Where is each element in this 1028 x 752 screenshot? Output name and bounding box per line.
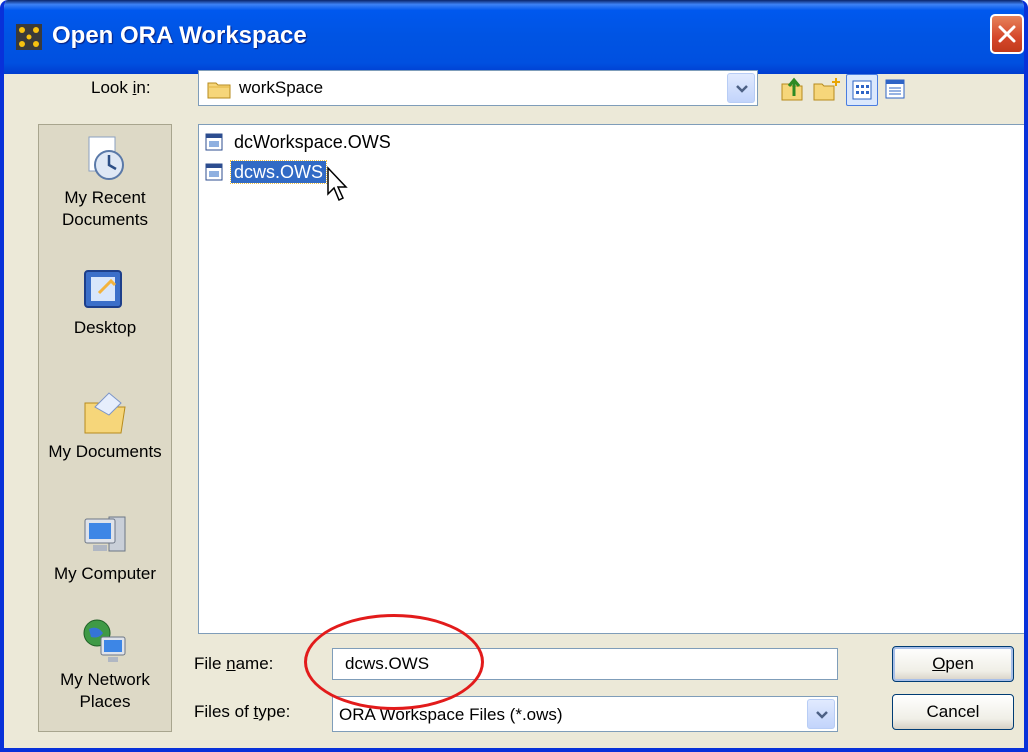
look-in-dropdown[interactable]: workSpace xyxy=(198,70,758,106)
my-computer-icon xyxy=(84,516,126,552)
place-desktop[interactable]: Desktop xyxy=(39,265,171,339)
file-name-input[interactable]: dcws.OWS xyxy=(332,648,838,680)
place-network-places[interactable]: My Network Places xyxy=(39,617,171,713)
places-bar: My RecentDocuments Desktop My Documents xyxy=(38,124,172,732)
chevron-down-icon xyxy=(736,85,748,93)
mouse-pointer-icon xyxy=(327,166,348,202)
new-folder-icon xyxy=(813,78,840,101)
chevron-down-icon xyxy=(816,711,828,719)
desktop-icon xyxy=(84,270,122,308)
look-in-value: workSpace xyxy=(239,78,324,97)
cancel-button[interactable]: Cancel xyxy=(892,694,1014,730)
network-places-icon xyxy=(83,619,126,662)
details-view-button[interactable] xyxy=(880,74,912,106)
up-one-level-icon xyxy=(781,77,803,101)
list-view-icon xyxy=(852,80,872,100)
place-my-computer[interactable]: My Computer xyxy=(39,511,171,585)
file-type-value: ORA Workspace Files (*.ows) xyxy=(339,705,563,724)
file-type-dropdown-button[interactable] xyxy=(807,699,835,729)
file-type-label: Files of type: xyxy=(194,702,291,721)
file-list[interactable]: dcWorkspace.OWS dcws.OWS xyxy=(198,124,1024,634)
my-documents-icon xyxy=(84,392,126,434)
workspace-file-icon xyxy=(205,163,223,181)
ora-app-icon xyxy=(16,24,42,50)
open-workspace-dialog: Open ORA Workspace Look in: workSpace My… xyxy=(0,0,1028,752)
up-one-level-button[interactable] xyxy=(778,74,810,106)
list-view-button[interactable] xyxy=(846,74,878,106)
look-in-label: Look in: xyxy=(91,78,151,97)
place-recent-documents[interactable]: My Recent Documents xyxy=(39,135,171,231)
new-folder-button[interactable] xyxy=(812,74,844,106)
file-name-label: File name: xyxy=(194,654,274,673)
place-my-documents[interactable]: My Documents xyxy=(39,389,171,463)
open-button[interactable]: Open xyxy=(892,646,1014,682)
details-view-icon xyxy=(885,79,905,99)
window-title: Open ORA Workspace xyxy=(52,22,307,49)
title-bar[interactable]: Open ORA Workspace xyxy=(4,0,1024,74)
close-icon xyxy=(998,25,1016,43)
look-in-dropdown-button[interactable] xyxy=(727,73,755,103)
folder-icon xyxy=(207,82,231,99)
recent-documents-icon xyxy=(88,136,124,180)
file-type-dropdown[interactable]: ORA Workspace Files (*.ows) xyxy=(332,696,838,732)
close-button[interactable] xyxy=(990,14,1024,54)
workspace-file-icon xyxy=(205,133,223,151)
